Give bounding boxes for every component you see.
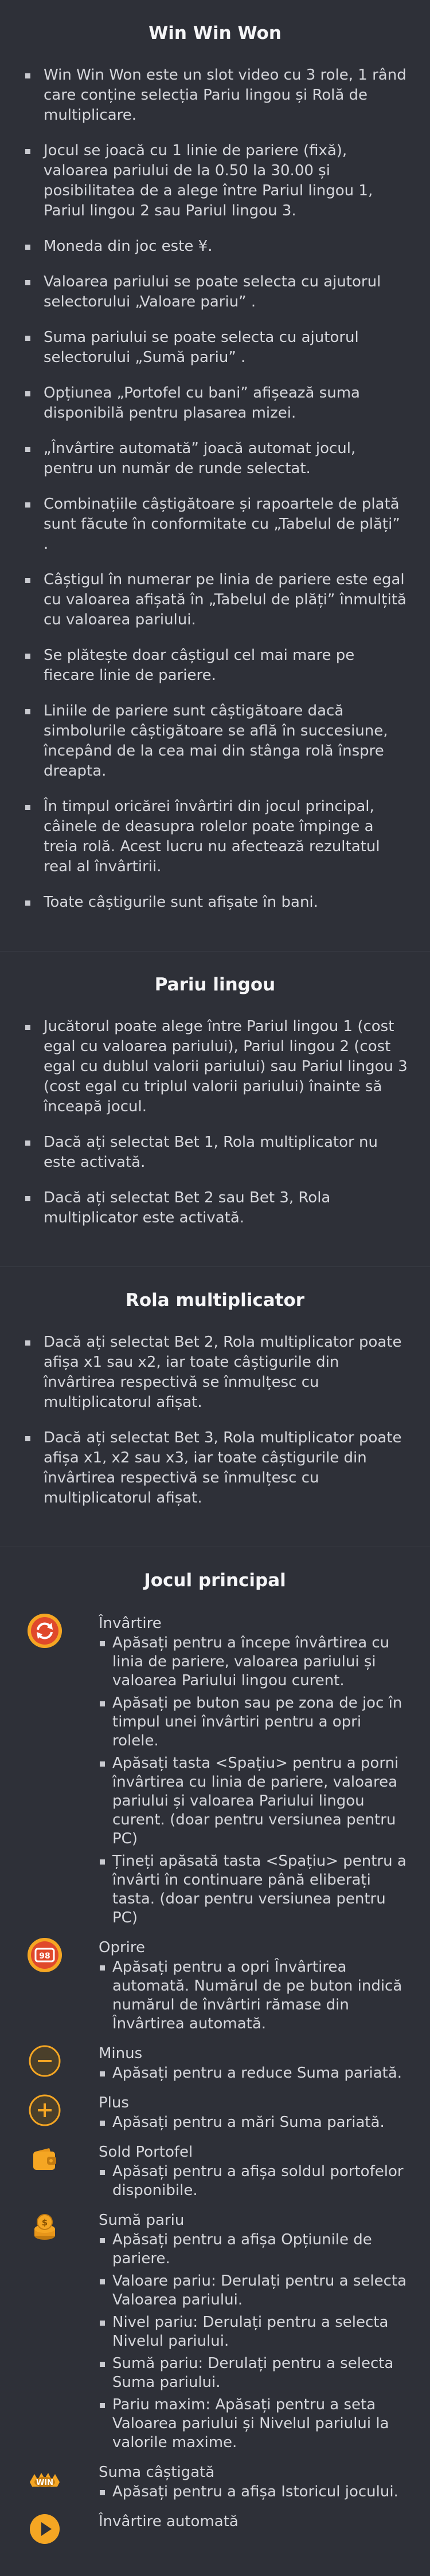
control-bet-amount: $ Sumă pariu Apăsați pentru a afișa Opți…	[21, 2209, 409, 2456]
list-item: Win Win Won este un slot video cu 3 role…	[21, 65, 409, 125]
list-item: Sumă pariu: Derulați pentru a selecta Su…	[99, 2354, 409, 2392]
control-name: Suma câștigată	[99, 2464, 215, 2481]
control-plus: Plus Apăsați pentru a mări Suma pariată.	[21, 2092, 409, 2135]
list-item: Jocul se joacă cu 1 linie de pariere (fi…	[21, 141, 409, 221]
control-stop: 98 Oprire Apăsați pentru a opri Învârtir…	[21, 1937, 409, 2037]
win-icon: WIN	[26, 2461, 63, 2498]
control-name: Sumă pariu	[99, 2212, 185, 2229]
wallet-icon	[26, 2141, 63, 2178]
bullion-section: Pariu lingou Jucătorul poate alege între…	[0, 951, 430, 1267]
list-item: Combinațiile câștigătoare și rapoartele …	[21, 494, 409, 554]
rules-page: Win Win Won Win Win Won este un slot vid…	[0, 0, 430, 2576]
win-label: WIN	[36, 2479, 53, 2487]
svg-text:$: $	[42, 2217, 48, 2228]
coins-icon: $	[26, 2209, 63, 2246]
list-item: Apăsați pentru a afișa Istoricul jocului…	[99, 2483, 409, 2502]
list-item: Apăsați pentru a opri Învârtirea automat…	[99, 1958, 409, 2034]
list-item: Moneda din joc este ¥.	[21, 237, 409, 257]
multiplier-title: Rola multiplicator	[125, 1290, 305, 1311]
list-item: Liniile de pariere sunt câștigătoare dac…	[21, 701, 409, 781]
list-item: Apăsați tasta <Spațiu> pentru a porni în…	[99, 1754, 409, 1849]
multiplier-section: Rola multiplicator Dacă ați selectat Bet…	[0, 1267, 430, 1547]
list-item: Se plătește doar câștigul cel mai mare p…	[21, 646, 409, 686]
control-name: Învârtire	[99, 1615, 162, 1632]
control-spin: Învârtire Apăsați pentru a începe învârt…	[21, 1613, 409, 1931]
control-name: Oprire	[99, 1939, 145, 1956]
list-item: Dacă ați selectat Bet 3, Rola multiplica…	[21, 1428, 409, 1508]
list-item: În timpul oricărei învârtiri din jocul p…	[21, 797, 409, 877]
list-item: Apăsați pentru a reduce Suma pariată.	[99, 2064, 409, 2083]
control-name: Plus	[99, 2094, 129, 2111]
list-item: „Învârtire automată” joacă automat jocul…	[21, 439, 409, 479]
list-item: Toate câștigurile sunt afișate în bani.	[21, 892, 409, 913]
list-item: Apăsați pe buton sau pe zona de joc în t…	[99, 1694, 409, 1751]
list-item: Pariu maxim: Apăsați pentru a seta Valoa…	[99, 2396, 409, 2452]
control-name: Minus	[99, 2045, 143, 2062]
list-item: Opțiunea „Portofel cu bani” afișează sum…	[21, 383, 409, 423]
list-item: Țineți apăsată tasta <Spațiu> pentru a î…	[99, 1852, 409, 1928]
control-wallet: Sold Portofel Apăsați pentru a afișa sol…	[21, 2141, 409, 2204]
list-item: Dacă ați selectat Bet 2, Rola multiplica…	[21, 1332, 409, 1413]
intro-section: Win Win Won Win Win Won este un slot vid…	[0, 0, 430, 951]
list-item: Nivel pariu: Derulați pentru a selecta N…	[99, 2313, 409, 2351]
list-item: Suma pariului se poate selecta cu ajutor…	[21, 328, 409, 368]
multiplier-rules-list: Dacă ați selectat Bet 2, Rola multiplica…	[21, 1332, 409, 1508]
list-item: Apăsați pentru a afișa Opțiunile de pari…	[99, 2231, 409, 2268]
autospin-icon	[26, 2511, 63, 2547]
control-autospin: Învârtire automată	[21, 2511, 409, 2547]
list-item: Dacă ați selectat Bet 1, Rola multiplica…	[21, 1132, 409, 1173]
intro-rules-list: Win Win Won este un slot video cu 3 role…	[21, 65, 409, 913]
list-item: Valoarea pariului se poate selecta cu aj…	[21, 272, 409, 312]
control-name: Sold Portofel	[99, 2144, 193, 2161]
plus-icon	[26, 2092, 63, 2129]
list-item: Apăsați pentru a începe învârtirea cu li…	[99, 1634, 409, 1690]
control-name: Învârtire automată	[99, 2513, 239, 2530]
control-minus: Minus Apăsați pentru a reduce Suma paria…	[21, 2043, 409, 2086]
stop-counter: 98	[39, 1952, 50, 1961]
list-item: Câștigul în numerar pe linia de pariere …	[21, 570, 409, 630]
main-game-title: Jocul principal	[144, 1570, 286, 1591]
main-game-section: Jocul principal Învârtire Apăsați pentru…	[0, 1547, 430, 2576]
minus-icon	[26, 2043, 63, 2079]
list-item: Jucătorul poate alege între Pariul lingo…	[21, 1017, 409, 1117]
stop-icon: 98	[26, 1937, 63, 1973]
list-item: Apăsați pentru a afișa soldul portofelor…	[99, 2162, 409, 2200]
list-item: Dacă ați selectat Bet 2 sau Bet 3, Rola …	[21, 1188, 409, 1228]
list-item: Valoare pariu: Derulați pentru a selecta…	[99, 2272, 409, 2310]
list-item: Apăsați pentru a mări Suma pariată.	[99, 2113, 409, 2132]
bullion-rules-list: Jucătorul poate alege între Pariul lingo…	[21, 1017, 409, 1228]
intro-title: Win Win Won	[148, 23, 282, 44]
bullion-title: Pariu lingou	[154, 974, 276, 995]
control-win: WIN Suma câștigată Apăsați pentru a afiș…	[21, 2461, 409, 2505]
spin-icon	[26, 1613, 63, 1649]
